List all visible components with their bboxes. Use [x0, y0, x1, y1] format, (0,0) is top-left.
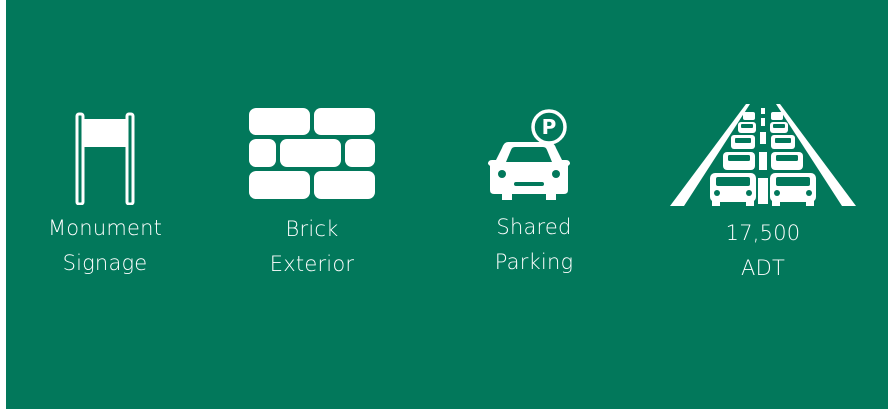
feature-label-line1: 17,500	[725, 221, 801, 245]
feature-label: Monument Signage	[10, 211, 200, 281]
feature-label: 17,500 ADT	[668, 216, 858, 286]
feature-label-line2: Parking	[494, 250, 574, 274]
feature-label-line1: Brick	[285, 217, 339, 241]
feature-traffic-adt: 17,500 ADT	[668, 100, 858, 286]
monument-sign-icon	[75, 112, 135, 205]
parking-car-icon: P	[488, 109, 570, 200]
feature-label-line1: Monument	[47, 216, 163, 240]
feature-label: Brick Exterior	[217, 212, 407, 282]
feature-label-line2: Exterior	[269, 252, 355, 276]
feature-label-line1: Shared	[496, 215, 572, 239]
traffic-road-icon	[670, 104, 856, 206]
feature-brick-exterior: Brick Exterior	[217, 100, 407, 282]
feature-label: Shared Parking	[439, 210, 629, 280]
svg-text:P: P	[542, 115, 557, 139]
feature-label-line2: Signage	[62, 251, 148, 275]
feature-monument-signage: Monument Signage	[10, 100, 200, 281]
feature-panel: Monument Signage Brick Exterior P Shared…	[6, 0, 888, 409]
feature-shared-parking: P Shared Parking	[439, 100, 629, 280]
feature-label-line2: ADT	[741, 256, 785, 280]
brick-wall-icon	[249, 108, 375, 199]
